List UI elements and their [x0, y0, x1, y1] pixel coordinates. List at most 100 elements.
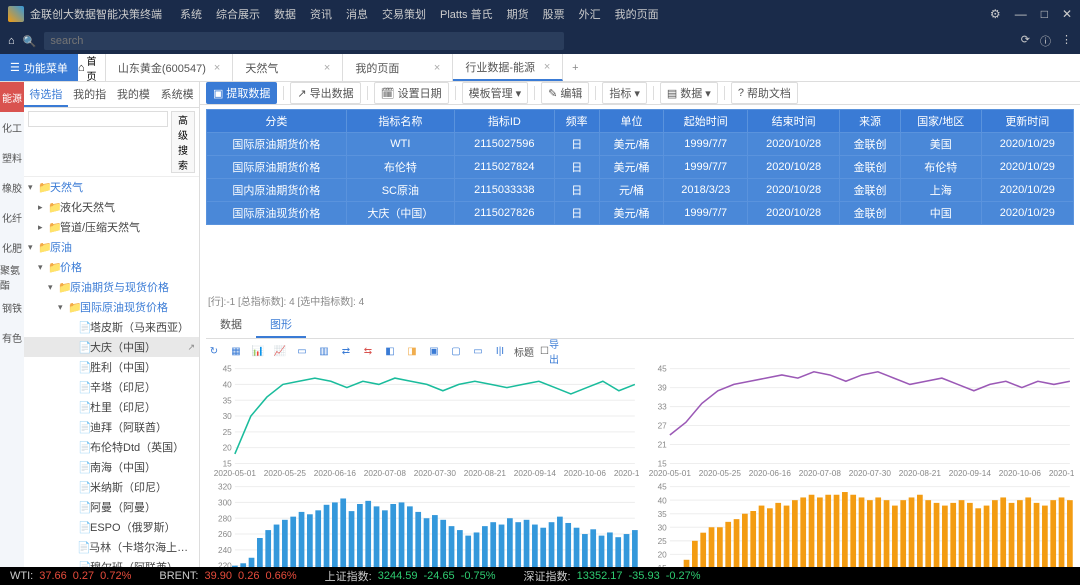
- more-icon[interactable]: ⋮: [1061, 33, 1072, 49]
- menu-item[interactable]: Platts 普氏: [440, 6, 493, 22]
- chart-tool-icon[interactable]: ▥: [316, 343, 332, 359]
- menu-item[interactable]: 期货: [507, 6, 529, 22]
- goto-icon[interactable]: ↗: [187, 342, 195, 353]
- menu-item[interactable]: 系统: [180, 6, 202, 22]
- chart-tool-icon[interactable]: ⇄: [338, 343, 354, 359]
- chart-tool-icon[interactable]: ◨: [404, 343, 420, 359]
- table-header[interactable]: 更新时间: [981, 110, 1073, 133]
- export-data-button[interactable]: ↗ 导出数据: [290, 82, 360, 104]
- table-header[interactable]: 指标名称: [346, 110, 454, 133]
- settings-icon[interactable]: ⚙: [990, 7, 1001, 21]
- menu-item[interactable]: 交易策划: [382, 6, 426, 22]
- tree-node[interactable]: 📄布伦特Dtd（英国）: [24, 437, 199, 457]
- maximize-icon[interactable]: □: [1041, 7, 1048, 21]
- document-tab[interactable]: 天然气×: [233, 54, 343, 81]
- chart-tool-icon[interactable]: ▢: [448, 343, 464, 359]
- chart-export-button[interactable]: ☐ 导出: [540, 343, 565, 359]
- menu-item[interactable]: 消息: [346, 6, 368, 22]
- tree-node[interactable]: ▾📁原油期货与现货价格: [24, 277, 199, 297]
- global-search-input[interactable]: [44, 32, 564, 50]
- help-button[interactable]: ? 帮助文档: [731, 82, 798, 104]
- tab-chart[interactable]: 图形: [256, 312, 306, 338]
- menu-item[interactable]: 外汇: [579, 6, 601, 22]
- chart-title-button[interactable]: 标题: [514, 343, 534, 359]
- table-row[interactable]: 国际原油期货价格WTI2115027596日美元/桶1999/7/72020/1…: [207, 133, 1074, 156]
- tree-node[interactable]: ▾📁原油: [24, 237, 199, 257]
- table-header[interactable]: 单位: [599, 110, 664, 133]
- close-icon[interactable]: ✕: [1062, 7, 1072, 21]
- data-button[interactable]: ▤ 数据 ▾: [660, 82, 718, 104]
- chart-tool-icon[interactable]: ▣: [426, 343, 442, 359]
- tree-node[interactable]: 📄辛塔（印尼）: [24, 377, 199, 397]
- advanced-search-button[interactable]: 高级搜索: [171, 111, 195, 173]
- chart-tool-icon[interactable]: I|I: [492, 343, 508, 359]
- tree-node[interactable]: ▸📁液化天然气: [24, 197, 199, 217]
- tree-tab[interactable]: 我的模板: [112, 82, 156, 107]
- category-item[interactable]: 聚氨酯: [0, 262, 24, 292]
- tree-node[interactable]: 📄大庆（中国）↗: [24, 337, 199, 357]
- extract-data-button[interactable]: ▣ 提取数据: [206, 82, 277, 104]
- tree-node[interactable]: 📄杜里（印尼）: [24, 397, 199, 417]
- chart-tool-icon[interactable]: ⇆: [360, 343, 376, 359]
- tree-node[interactable]: 📄胜利（中国）: [24, 357, 199, 377]
- tree-node[interactable]: 📄马林（卡塔尔海上原油）: [24, 537, 199, 557]
- chart-panel[interactable]: 2002202402602803003202020-05-012020-05-2…: [206, 481, 639, 573]
- document-tab[interactable]: 行业数据-能源×: [453, 54, 563, 81]
- indicator-button[interactable]: 指标 ▾: [602, 82, 647, 104]
- category-item[interactable]: 化工: [0, 112, 24, 142]
- table-row[interactable]: 国内原油期货价格SC原油2115033338日元/桶2018/3/232020/…: [207, 179, 1074, 202]
- table-header[interactable]: 指标ID: [454, 110, 554, 133]
- tree-node[interactable]: ▾📁天然气: [24, 177, 199, 197]
- tab-close-icon[interactable]: ×: [214, 62, 220, 74]
- category-item[interactable]: 化肥: [0, 232, 24, 262]
- tree-tab[interactable]: 系统模板: [155, 82, 199, 107]
- category-item[interactable]: 能源: [0, 82, 24, 112]
- category-item[interactable]: 塑料: [0, 142, 24, 172]
- tree-node[interactable]: 📄米纳斯（印尼）: [24, 477, 199, 497]
- tree-node[interactable]: 📄南海（中国）: [24, 457, 199, 477]
- refresh-icon[interactable]: ⟳: [1021, 33, 1030, 49]
- edit-button[interactable]: ✎ 编辑: [541, 82, 589, 104]
- tab-close-icon[interactable]: ×: [434, 62, 440, 74]
- category-item[interactable]: 钢铁: [0, 292, 24, 322]
- tree-tab[interactable]: 我的指标: [68, 82, 112, 107]
- tab-close-icon[interactable]: ×: [324, 62, 330, 74]
- table-header[interactable]: 来源: [840, 110, 901, 133]
- tab-close-icon[interactable]: ×: [544, 61, 550, 73]
- tree-node[interactable]: 📄迪拜（阿联酋）: [24, 417, 199, 437]
- menu-item[interactable]: 资讯: [310, 6, 332, 22]
- chart-tool-icon[interactable]: ▭: [294, 343, 310, 359]
- home-icon[interactable]: ⌂: [8, 35, 15, 47]
- menu-item[interactable]: 我的页面: [615, 6, 659, 22]
- chart-tool-icon[interactable]: ▭: [470, 343, 486, 359]
- menu-item[interactable]: 数据: [274, 6, 296, 22]
- tree-node[interactable]: ▸📁管道/压缩天然气: [24, 217, 199, 237]
- set-date-button[interactable]: 🗓 设置日期: [374, 82, 449, 104]
- table-header[interactable]: 起始时间: [664, 110, 748, 133]
- document-tab[interactable]: 我的页面×: [343, 54, 453, 81]
- chart-panel[interactable]: 10152025303540452020-05-012020-05-252020…: [641, 481, 1074, 573]
- tab-data[interactable]: 数据: [206, 312, 256, 338]
- category-item[interactable]: 有色: [0, 322, 24, 352]
- table-row[interactable]: 国际原油现货价格大庆（中国）2115027826日美元/桶1999/7/7202…: [207, 202, 1074, 225]
- table-header[interactable]: 频率: [554, 110, 599, 133]
- chart-tool-icon[interactable]: 📊: [250, 343, 266, 359]
- category-item[interactable]: 橡胶: [0, 172, 24, 202]
- chart-panel[interactable]: 152025303540452020-05-012020-05-252020-0…: [206, 363, 639, 479]
- tree-tab[interactable]: 待选指标: [24, 82, 68, 107]
- category-item[interactable]: 化纤: [0, 202, 24, 232]
- document-tab[interactable]: 山东黄金(600547)×: [106, 54, 233, 81]
- table-header[interactable]: 分类: [207, 110, 347, 133]
- add-tab-button[interactable]: +: [563, 54, 587, 81]
- minimize-icon[interactable]: —: [1015, 7, 1027, 21]
- tree-search-input[interactable]: [28, 111, 168, 127]
- table-header[interactable]: 结束时间: [747, 110, 839, 133]
- tree-node[interactable]: 📄ESPO（俄罗斯）: [24, 517, 199, 537]
- tree-node[interactable]: ▾📁价格: [24, 257, 199, 277]
- tree-node[interactable]: ▾📁国际原油现货价格: [24, 297, 199, 317]
- chart-tool-icon[interactable]: 📈: [272, 343, 288, 359]
- chart-panel[interactable]: 1521273339452020-05-012020-05-252020-06-…: [641, 363, 1074, 479]
- tab-home[interactable]: ⌂首页: [78, 54, 106, 81]
- table-row[interactable]: 国际原油期货价格布伦特2115027824日美元/桶1999/7/72020/1…: [207, 156, 1074, 179]
- table-header[interactable]: 国家/地区: [900, 110, 981, 133]
